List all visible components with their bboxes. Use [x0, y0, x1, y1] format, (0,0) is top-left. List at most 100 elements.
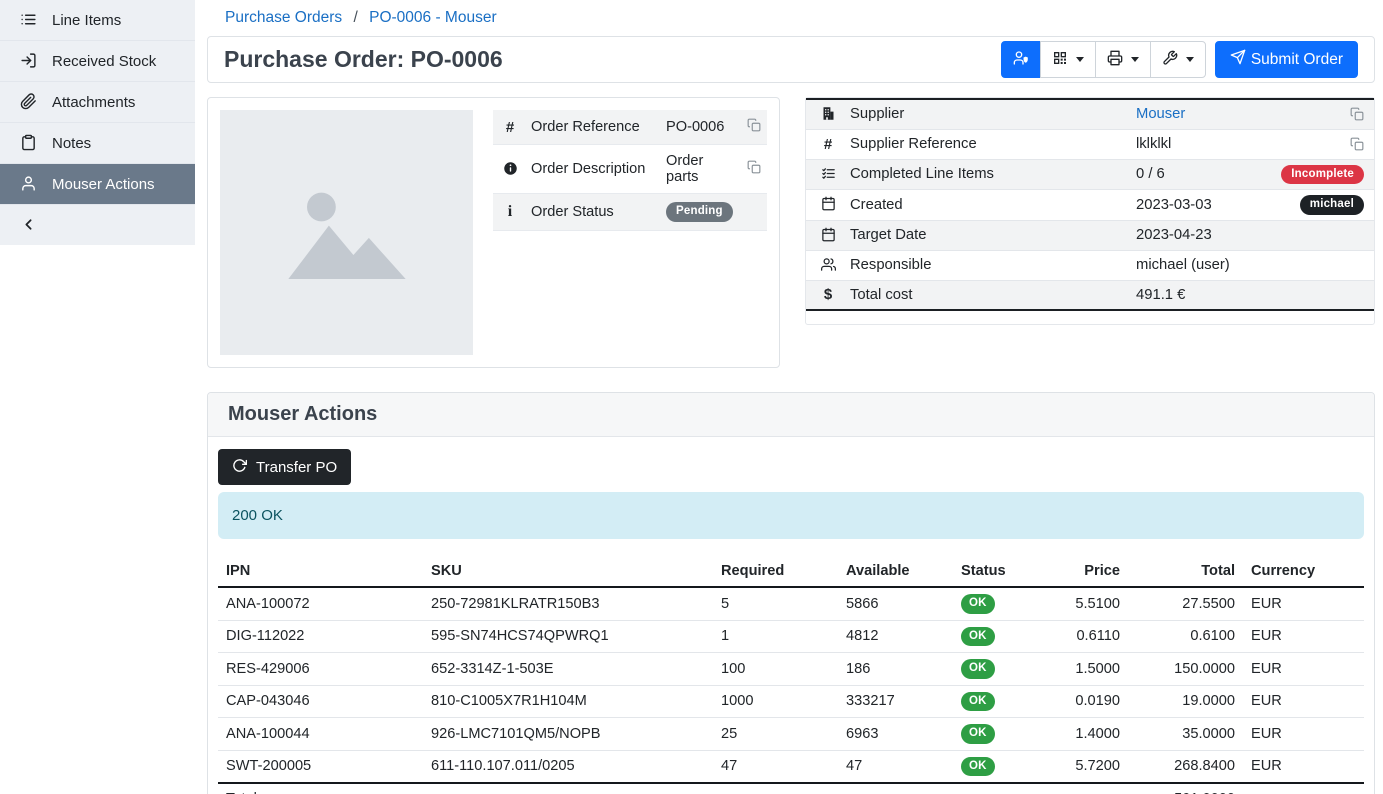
list-check-icon	[821, 167, 836, 183]
sidebar-item-label: Mouser Actions	[52, 176, 155, 193]
sidebar-item-label: Notes	[52, 135, 91, 152]
created-row: Created 2023-03-03 michael	[806, 190, 1374, 221]
cell-sku: 250-72981KLRATR150B3	[423, 587, 713, 620]
parts-row: ANA-100072 250-72981KLRATR150B3 5 5866 O…	[218, 587, 1364, 620]
sidebar-item-label: Received Stock	[52, 53, 156, 70]
cell-available: 186	[838, 653, 953, 686]
cell-price: 1.4000	[1058, 718, 1128, 751]
submit-order-label: Submit Order	[1251, 51, 1343, 69]
sidebar-item-line-items[interactable]: Line Items	[0, 0, 195, 41]
sidebar-item-label: Attachments	[52, 94, 135, 111]
order-info-table: # Order Reference PO-0006	[493, 110, 767, 231]
field-label: Supplier Reference	[840, 129, 1126, 159]
field-label: Created	[840, 190, 1126, 221]
cell-sku: 810-C1005X7R1H104M	[423, 685, 713, 718]
responsible-row: Responsible michael (user)	[806, 250, 1374, 280]
sidebar-item-received-stock[interactable]: Received Stock	[0, 41, 195, 82]
parts-row: ANA-100044 926-LMC7101QM5/NOPB 25 6963 O…	[218, 718, 1364, 751]
field-label: Supplier	[840, 99, 1126, 129]
refresh-icon	[232, 458, 247, 477]
cell-currency: EUR	[1243, 718, 1364, 751]
ok-badge: OK	[961, 692, 995, 712]
cell-ipn: DIG-112022	[218, 620, 423, 653]
total-cost-row: $ Total cost 491.1 €	[806, 280, 1374, 310]
order-summary-card: # Order Reference PO-0006	[207, 97, 780, 368]
ok-badge: OK	[961, 659, 995, 679]
parts-table-header-row: IPN SKU Required Available Status Price …	[218, 556, 1364, 587]
sidebar-item-notes[interactable]: Notes	[0, 123, 195, 164]
col-header-available: Available	[838, 556, 953, 587]
clipboard-icon	[20, 134, 38, 152]
col-header-total: Total	[1128, 556, 1243, 587]
copy-icon[interactable]	[747, 160, 761, 174]
cell-available: 4812	[838, 620, 953, 653]
barcode-actions-button[interactable]	[1040, 41, 1096, 78]
header-button-group	[1001, 41, 1206, 78]
qrcode-icon	[1052, 50, 1068, 70]
transfer-po-label: Transfer PO	[256, 459, 337, 476]
cell-sku: 652-3314Z-1-503E	[423, 653, 713, 686]
app-window: Line Items Received Stock Attachments No…	[0, 0, 1383, 794]
ok-badge: OK	[961, 724, 995, 744]
cell-ipn: RES-429006	[218, 653, 423, 686]
transfer-po-button[interactable]: Transfer PO	[218, 449, 351, 485]
col-header-price: Price	[1058, 556, 1128, 587]
mouser-actions-panel: Mouser Actions Transfer PO 200 OK	[207, 392, 1375, 794]
parts-row: CAP-043046 810-C1005X7R1H104M 1000 33321…	[218, 685, 1364, 718]
order-status-row: i Order Status Pending	[493, 194, 767, 231]
user-roles-button[interactable]	[1001, 41, 1041, 78]
sidebar-item-attachments[interactable]: Attachments	[0, 82, 195, 123]
ok-badge: OK	[961, 757, 995, 777]
field-value: lklklkl	[1136, 136, 1171, 152]
print-actions-button[interactable]	[1095, 41, 1151, 78]
field-label: Completed Line Items	[840, 159, 1126, 190]
parts-row: SWT-200005 611-110.107.011/0205 47 47 OK…	[218, 750, 1364, 783]
cell-price: 0.6110	[1058, 620, 1128, 653]
sidebar-collapse-button[interactable]	[0, 205, 195, 245]
ok-badge: OK	[961, 627, 995, 647]
user-badge: michael	[1300, 195, 1364, 215]
cell-currency: EUR	[1243, 620, 1364, 653]
cell-price: 5.7200	[1058, 750, 1128, 783]
breadcrumb-link-purchase-orders[interactable]: Purchase Orders	[225, 9, 342, 26]
cell-total: 35.0000	[1128, 718, 1243, 751]
order-details: # Order Reference PO-0006	[207, 97, 1375, 368]
page-title: Purchase Order: PO-0006	[224, 46, 503, 73]
cell-currency: EUR	[1243, 685, 1364, 718]
copy-icon[interactable]	[1350, 137, 1364, 151]
cell-sku: 926-LMC7101QM5/NOPB	[423, 718, 713, 751]
copy-icon[interactable]	[1350, 107, 1364, 121]
parts-row: RES-429006 652-3314Z-1-503E 100 186 OK 1…	[218, 653, 1364, 686]
chevron-down-icon	[1186, 57, 1194, 62]
cell-ipn: CAP-043046	[218, 685, 423, 718]
breadcrumb-link-current-order[interactable]: PO-0006 - Mouser	[369, 9, 497, 26]
cell-ipn: ANA-100072	[218, 587, 423, 620]
supplier-link[interactable]: Mouser	[1136, 106, 1185, 122]
field-value: Order parts	[662, 145, 741, 194]
cell-sku: 611-110.107.011/0205	[423, 750, 713, 783]
list-icon	[20, 11, 38, 29]
cell-available: 333217	[838, 685, 953, 718]
col-header-required: Required	[713, 556, 838, 587]
info-circle-icon	[503, 162, 518, 178]
submit-order-button[interactable]: Submit Order	[1215, 41, 1358, 78]
copy-icon[interactable]	[747, 118, 761, 132]
order-image-placeholder	[220, 110, 473, 355]
cell-required: 5	[713, 587, 838, 620]
cell-ipn: ANA-100044	[218, 718, 423, 751]
alert-text: 200 OK	[232, 507, 283, 524]
cell-total: 19.0000	[1128, 685, 1243, 718]
status-badge: Pending	[666, 202, 733, 222]
supplier-row: Supplier Mouser	[806, 99, 1374, 129]
field-label: Order Status	[527, 194, 662, 231]
field-value: michael (user)	[1126, 250, 1374, 280]
parts-row: DIG-112022 595-SN74HCS74QPWRQ1 1 4812 OK…	[218, 620, 1364, 653]
chevron-down-icon	[1131, 57, 1139, 62]
col-header-ipn: IPN	[218, 556, 423, 587]
cell-required: 1	[713, 620, 838, 653]
status-alert: 200 OK	[218, 492, 1364, 539]
sidebar-item-mouser-actions[interactable]: Mouser Actions	[0, 164, 195, 205]
order-actions-button[interactable]	[1150, 41, 1206, 78]
field-label: Total cost	[840, 280, 1126, 310]
paperclip-icon	[20, 93, 38, 111]
